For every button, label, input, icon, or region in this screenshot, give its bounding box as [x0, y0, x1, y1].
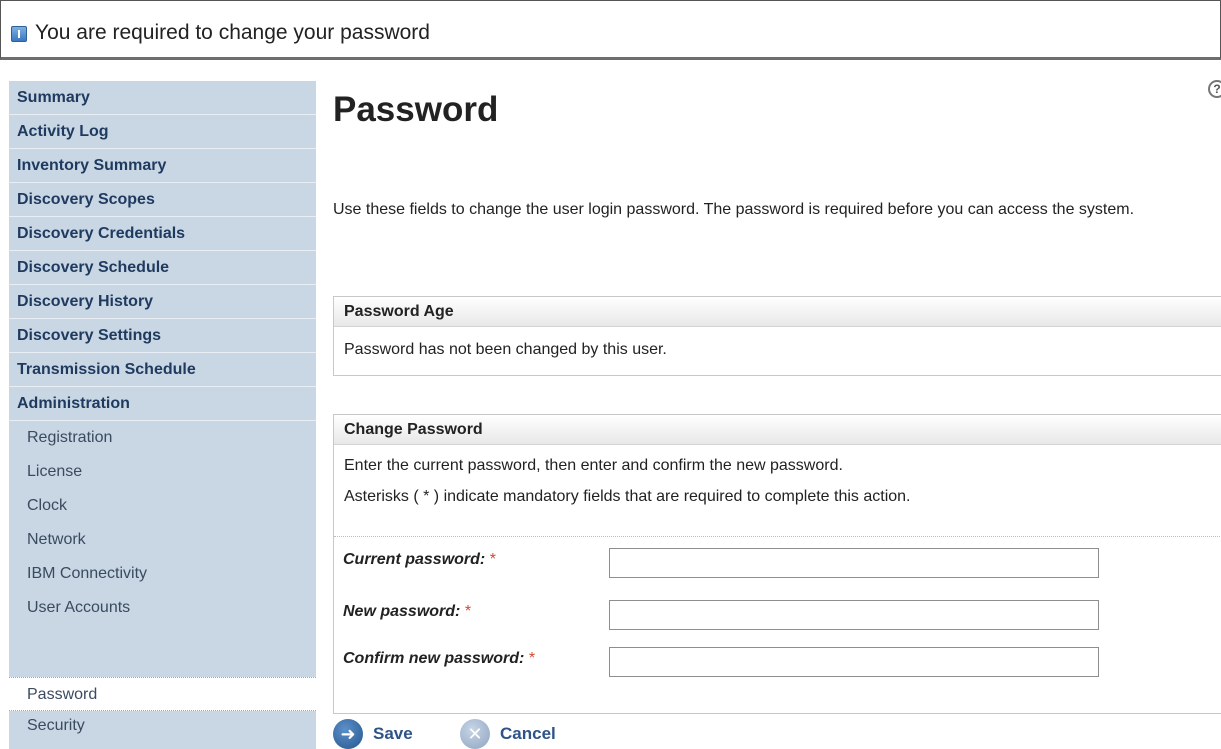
sidebar-subitem-network[interactable]: Network — [9, 523, 316, 557]
sidebar-subitem-ibm-connectivity[interactable]: IBM Connectivity — [9, 557, 316, 591]
sidebar-item-discovery-scopes[interactable]: Discovery Scopes — [9, 183, 316, 217]
new-password-input[interactable] — [609, 600, 1099, 630]
sidebar-item-discovery-history[interactable]: Discovery History — [9, 285, 316, 319]
banner-message: You are required to change your password — [35, 21, 430, 44]
cancel-button-label: Cancel — [500, 724, 556, 743]
sidebar-subitem-clock[interactable]: Clock — [9, 489, 316, 523]
password-age-panel: Password Age Password has not been chang… — [333, 296, 1221, 376]
page-title: Password — [333, 90, 499, 129]
sidebar-item-discovery-credentials[interactable]: Discovery Credentials — [9, 217, 316, 251]
current-password-input[interactable] — [609, 548, 1099, 578]
sidebar-subitem-password[interactable]: Password — [9, 677, 316, 711]
help-icon[interactable]: ? — [1208, 80, 1221, 98]
password-age-heading: Password Age — [334, 297, 1221, 327]
save-button[interactable]: ➜ Save — [333, 718, 443, 749]
sidebar-subitem-security[interactable]: Security — [9, 709, 316, 743]
sidebar-item-discovery-settings[interactable]: Discovery Settings — [9, 319, 316, 353]
sidebar-subitem-user-accounts[interactable]: User Accounts — [9, 591, 316, 625]
new-password-row: New password: * — [333, 594, 1221, 634]
sidebar-navigation: Summary Activity Log Inventory Summary D… — [9, 81, 316, 749]
info-icon — [11, 26, 27, 42]
close-icon: ✕ — [460, 719, 490, 749]
save-button-label: Save — [373, 724, 413, 743]
sidebar-subitem-license[interactable]: License — [9, 455, 316, 489]
mandatory-fields-note: Asterisks ( * ) indicate mandatory field… — [344, 488, 911, 505]
sidebar-item-activity-log[interactable]: Activity Log — [9, 115, 316, 149]
cancel-button[interactable]: ✕ Cancel — [460, 718, 600, 749]
form-divider — [334, 536, 1221, 537]
change-password-heading: Change Password — [334, 415, 1221, 445]
change-password-instructions: Enter the current password, then enter a… — [344, 457, 843, 474]
confirm-new-password-input[interactable] — [609, 647, 1099, 677]
sidebar-item-transmission-schedule[interactable]: Transmission Schedule — [9, 353, 316, 387]
new-password-label: New password: * — [343, 603, 472, 620]
sidebar-item-discovery-schedule[interactable]: Discovery Schedule — [9, 251, 316, 285]
sidebar-item-administration[interactable]: Administration — [9, 387, 316, 421]
sidebar-item-inventory-summary[interactable]: Inventory Summary — [9, 149, 316, 183]
sidebar-subitem-registration[interactable]: Registration — [9, 421, 316, 455]
arrow-right-icon: ➜ — [333, 719, 363, 749]
required-marker: * — [489, 551, 496, 568]
password-age-status: Password has not been changed by this us… — [344, 341, 667, 358]
password-required-banner: You are required to change your password — [0, 0, 1221, 60]
page-description: Use these fields to change the user logi… — [333, 201, 1135, 218]
confirm-new-password-label: Confirm new password: * — [343, 650, 536, 667]
sidebar-item-summary[interactable]: Summary — [9, 81, 316, 115]
current-password-label: Current password: * — [343, 551, 496, 568]
required-marker: * — [464, 603, 472, 620]
required-marker: * — [528, 650, 536, 667]
confirm-password-row: Confirm new password: * — [333, 641, 1221, 681]
current-password-row: Current password: * — [333, 542, 1221, 582]
